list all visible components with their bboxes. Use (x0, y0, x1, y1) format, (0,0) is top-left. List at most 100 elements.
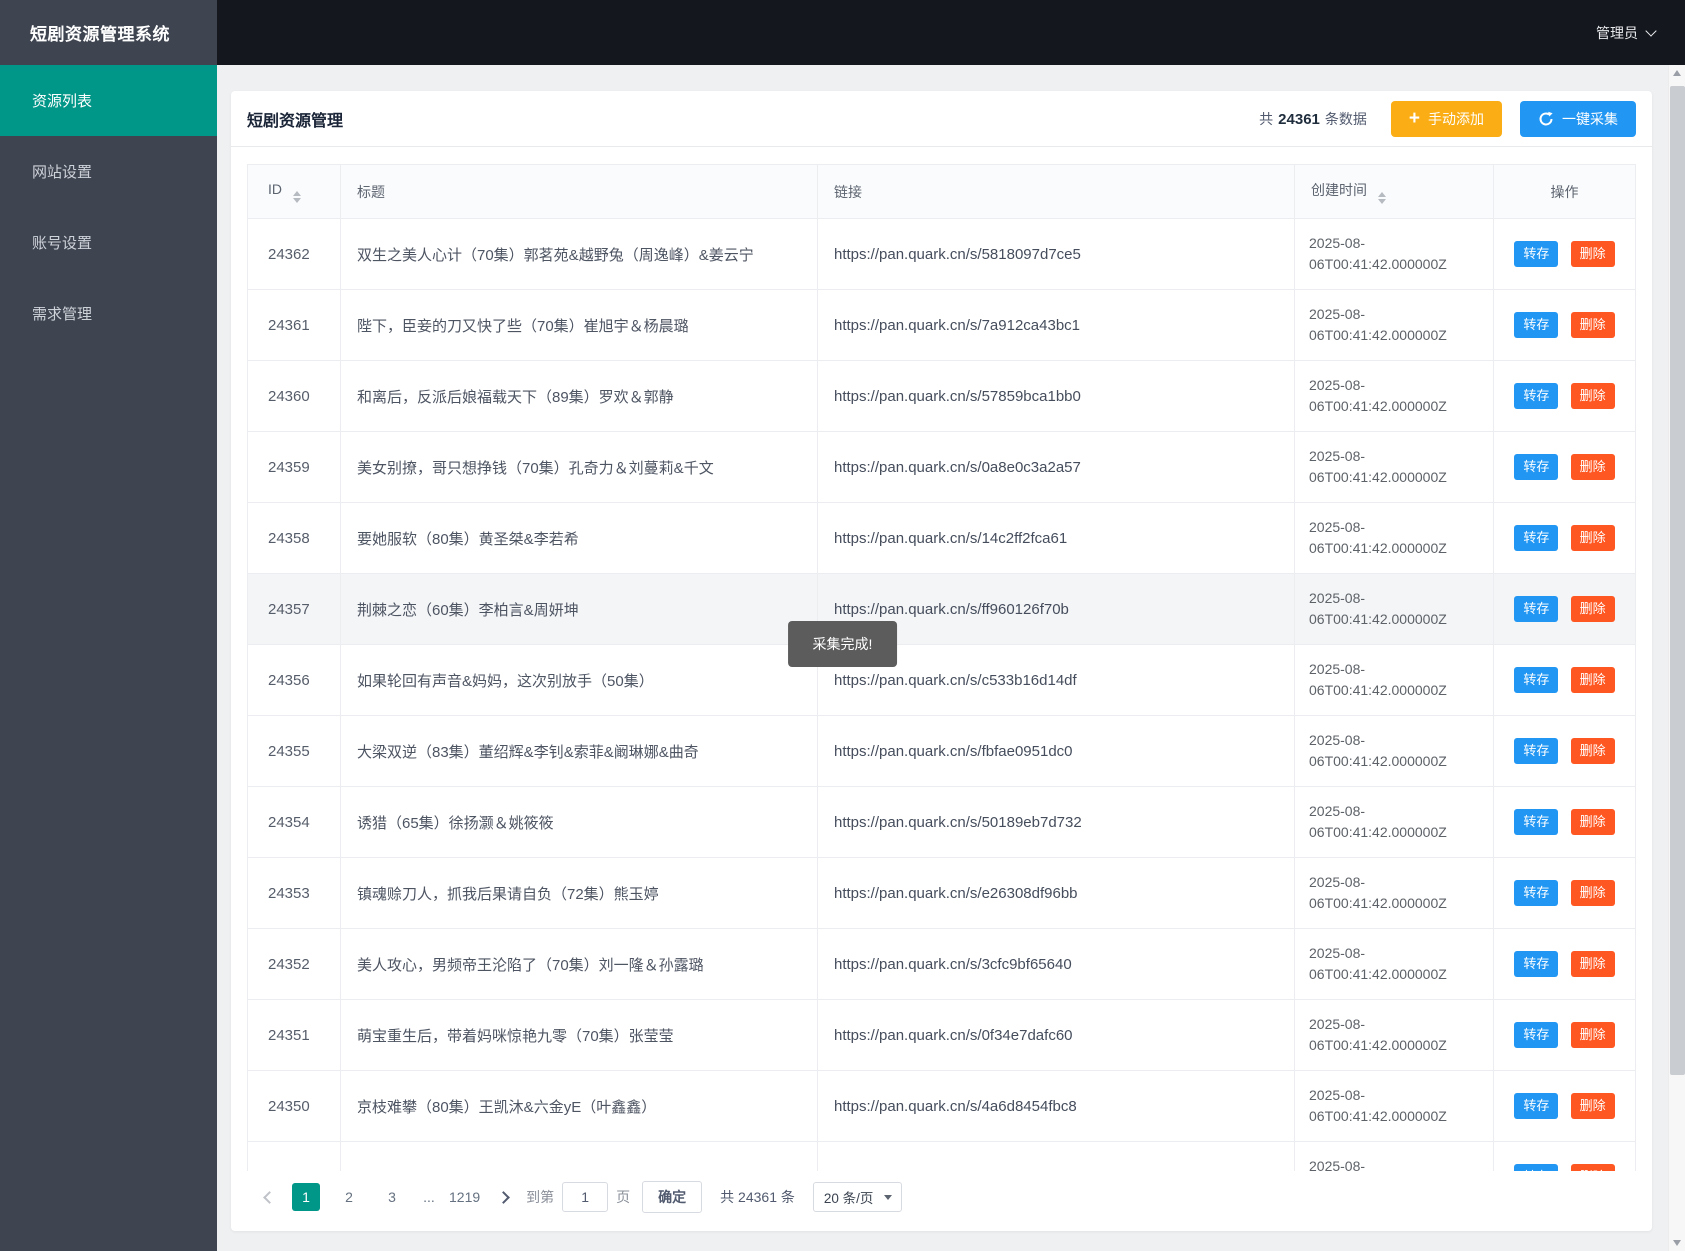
goto-unit: 页 (616, 1189, 631, 1205)
delete-button[interactable]: 删除 (1570, 383, 1615, 409)
page-size-select[interactable]: 20 条/页 (812, 1182, 903, 1212)
card-header: 短剧资源管理 共 24361 条数据 + 手动添加 一键采集 (231, 91, 1652, 147)
column-label: 标题 (357, 183, 385, 200)
column-label: 链接 (834, 183, 862, 200)
row-link: https://pan.quark.cn/s/fbfae0951dc0 (817, 715, 1295, 787)
table-clip: ID 标题 链接 创建时间 操作 24362 双生之美人心计（70集）郭茗苑&越… (247, 164, 1636, 1171)
delete-button[interactable]: 删除 (1570, 454, 1615, 480)
previous-page-icon[interactable] (263, 1190, 276, 1204)
delete-button[interactable]: 删除 (1570, 667, 1615, 693)
delete-button[interactable]: 删除 (1570, 241, 1615, 267)
sidebar-item-site-settings[interactable]: 网站设置 (0, 136, 217, 207)
manual-add-button[interactable]: + 手动添加 (1390, 100, 1502, 137)
resource-table: ID 标题 链接 创建时间 操作 24362 双生之美人心计（70集）郭茗苑&越… (247, 164, 1636, 1171)
row-id: 24354 (247, 786, 341, 858)
confirm-button[interactable]: 确定 (642, 1181, 703, 1213)
row-created: 2025-08-06T00:41:42.000000Z (1294, 857, 1494, 929)
row-title: 双生之美人心计（70集）郭茗苑&越野兔（周逸峰）&姜云宁 (340, 218, 818, 290)
delete-button[interactable]: 删除 (1570, 1164, 1615, 1171)
delete-button[interactable]: 删除 (1570, 1022, 1615, 1048)
row-actions: 转存 删除 (1493, 857, 1636, 929)
delete-button[interactable]: 删除 (1570, 738, 1615, 764)
transfer-button[interactable]: 转存 (1514, 525, 1559, 551)
column-header-actions: 操作 (1493, 164, 1636, 219)
scroll-thumb[interactable] (1670, 86, 1685, 1075)
row-title: 诱猎（65集）徐扬灏＆姚筱筱 (340, 786, 818, 858)
table-row: 24355 大梁双逆（83集）董绍辉&李钊&索菲&阚琳娜&曲奇 https://… (247, 715, 1636, 787)
row-title: 美人攻心，男频帝王沦陷了（70集）刘一隆＆孙露璐 (340, 928, 818, 1000)
transfer-button[interactable]: 转存 (1514, 738, 1559, 764)
transfer-button[interactable]: 转存 (1514, 1164, 1559, 1171)
row-actions: 转存 删除 (1493, 360, 1636, 432)
delete-button[interactable]: 删除 (1570, 809, 1615, 835)
row-created: 2025-08-06T00:41:42.000000Z (1294, 289, 1494, 361)
scroll-down-button[interactable] (1669, 1234, 1685, 1251)
transfer-button[interactable]: 转存 (1514, 667, 1559, 693)
delete-button[interactable]: 删除 (1570, 951, 1615, 977)
delete-button[interactable]: 删除 (1570, 880, 1615, 906)
user-menu[interactable]: 管理员 (1596, 23, 1657, 43)
delete-button[interactable]: 删除 (1570, 525, 1615, 551)
transfer-button[interactable]: 转存 (1514, 312, 1559, 338)
row-created: 2025-08-06T00:41:42.000000Z (1294, 644, 1494, 716)
toast-message: 采集完成! (787, 621, 898, 667)
sidebar-item-demand-management[interactable]: 需求管理 (0, 278, 217, 349)
page-button[interactable]: 2 (335, 1183, 363, 1211)
column-header-id[interactable]: ID (247, 164, 341, 219)
goto-page-input[interactable] (562, 1182, 609, 1212)
transfer-button[interactable]: 转存 (1514, 951, 1559, 977)
row-actions: 转存 删除 (1493, 289, 1636, 361)
row-id: 24350 (247, 1070, 341, 1142)
row-created: 2025-08-06T00:41:42.000000Z (1294, 999, 1494, 1071)
transfer-button[interactable]: 转存 (1514, 1022, 1559, 1048)
row-id: 24352 (247, 928, 341, 1000)
row-created: 2025-08-06T00:41:42.000000Z (1294, 786, 1494, 858)
row-title: 和离后，反派后娘福载天下（89集）罗欢＆郭静 (340, 360, 818, 432)
transfer-button[interactable]: 转存 (1514, 383, 1559, 409)
row-id: 24362 (247, 218, 341, 290)
user-menu-label: 管理员 (1596, 24, 1638, 41)
row-actions: 转存 删除 (1493, 786, 1636, 858)
column-label: 创建时间 (1311, 181, 1367, 198)
column-label: 操作 (1550, 183, 1579, 200)
transfer-button[interactable]: 转存 (1514, 809, 1559, 835)
total-count: 共 24361 条 (720, 1189, 795, 1205)
page-button[interactable]: 1219 (449, 1183, 480, 1211)
chevron-down-icon (1645, 24, 1657, 37)
table-row: 24360 和离后，反派后娘福载天下（89集）罗欢＆郭静 https://pan… (247, 360, 1636, 432)
transfer-button[interactable]: 转存 (1514, 454, 1559, 480)
page-size-value: 20 条/页 (823, 1191, 874, 1206)
delete-button[interactable]: 删除 (1570, 1093, 1615, 1119)
delete-button[interactable]: 删除 (1570, 596, 1615, 622)
page-ellipsis: ... (423, 1189, 435, 1205)
row-title: 镇魂赊刀人，抓我后果请自负（72集）熊玉婷 (340, 857, 818, 929)
sidebar-item-account-settings[interactable]: 账号设置 (0, 207, 217, 278)
row-actions: 转存 删除 (1493, 715, 1636, 787)
row-id: 24359 (247, 431, 341, 503)
transfer-button[interactable]: 转存 (1514, 596, 1559, 622)
row-created: 2025-08-06T00:41:42.000000Z (1294, 715, 1494, 787)
transfer-button[interactable]: 转存 (1514, 880, 1559, 906)
row-created: 2025-08-06T00:41:42.000000Z (1294, 1070, 1494, 1142)
delete-button[interactable]: 删除 (1570, 312, 1615, 338)
transfer-button[interactable]: 转存 (1514, 1093, 1559, 1119)
row-title: 荆棘之恋（60集）李柏言&周妍坤 (340, 573, 818, 645)
page-button[interactable]: 3 (378, 1183, 406, 1211)
main-content: 短剧资源管理 共 24361 条数据 + 手动添加 一键采集 ID 标题 链接 … (217, 65, 1685, 1251)
page-button[interactable]: 1 (292, 1183, 320, 1211)
row-actions: 转存 删除 (1493, 573, 1636, 645)
row-title: 如果轮回有声音&妈妈，这次别放手（50集） (340, 644, 818, 716)
sidebar-item-label: 账号设置 (32, 235, 93, 252)
sidebar-item-resource-list[interactable]: 资源列表 (0, 65, 217, 136)
next-page-icon[interactable] (497, 1190, 511, 1204)
table-row: 24357 荆棘之恋（60集）李柏言&周妍坤 https://pan.quark… (247, 573, 1636, 645)
one-click-collect-button[interactable]: 一键采集 (1520, 100, 1636, 137)
column-header-created[interactable]: 创建时间 (1294, 164, 1494, 219)
row-link: https://pan.quark.cn/s/5818097d7ce5 (817, 218, 1295, 290)
row-created: 2025-08-06T00:41:42.000000Z (1294, 573, 1494, 645)
scroll-up-button[interactable] (1669, 65, 1685, 82)
transfer-button[interactable]: 转存 (1514, 241, 1559, 267)
row-id: 24351 (247, 999, 341, 1071)
table-row: 24362 双生之美人心计（70集）郭茗苑&越野兔（周逸峰）&姜云宁 https… (247, 218, 1636, 290)
manual-add-label: 手动添加 (1428, 110, 1484, 127)
